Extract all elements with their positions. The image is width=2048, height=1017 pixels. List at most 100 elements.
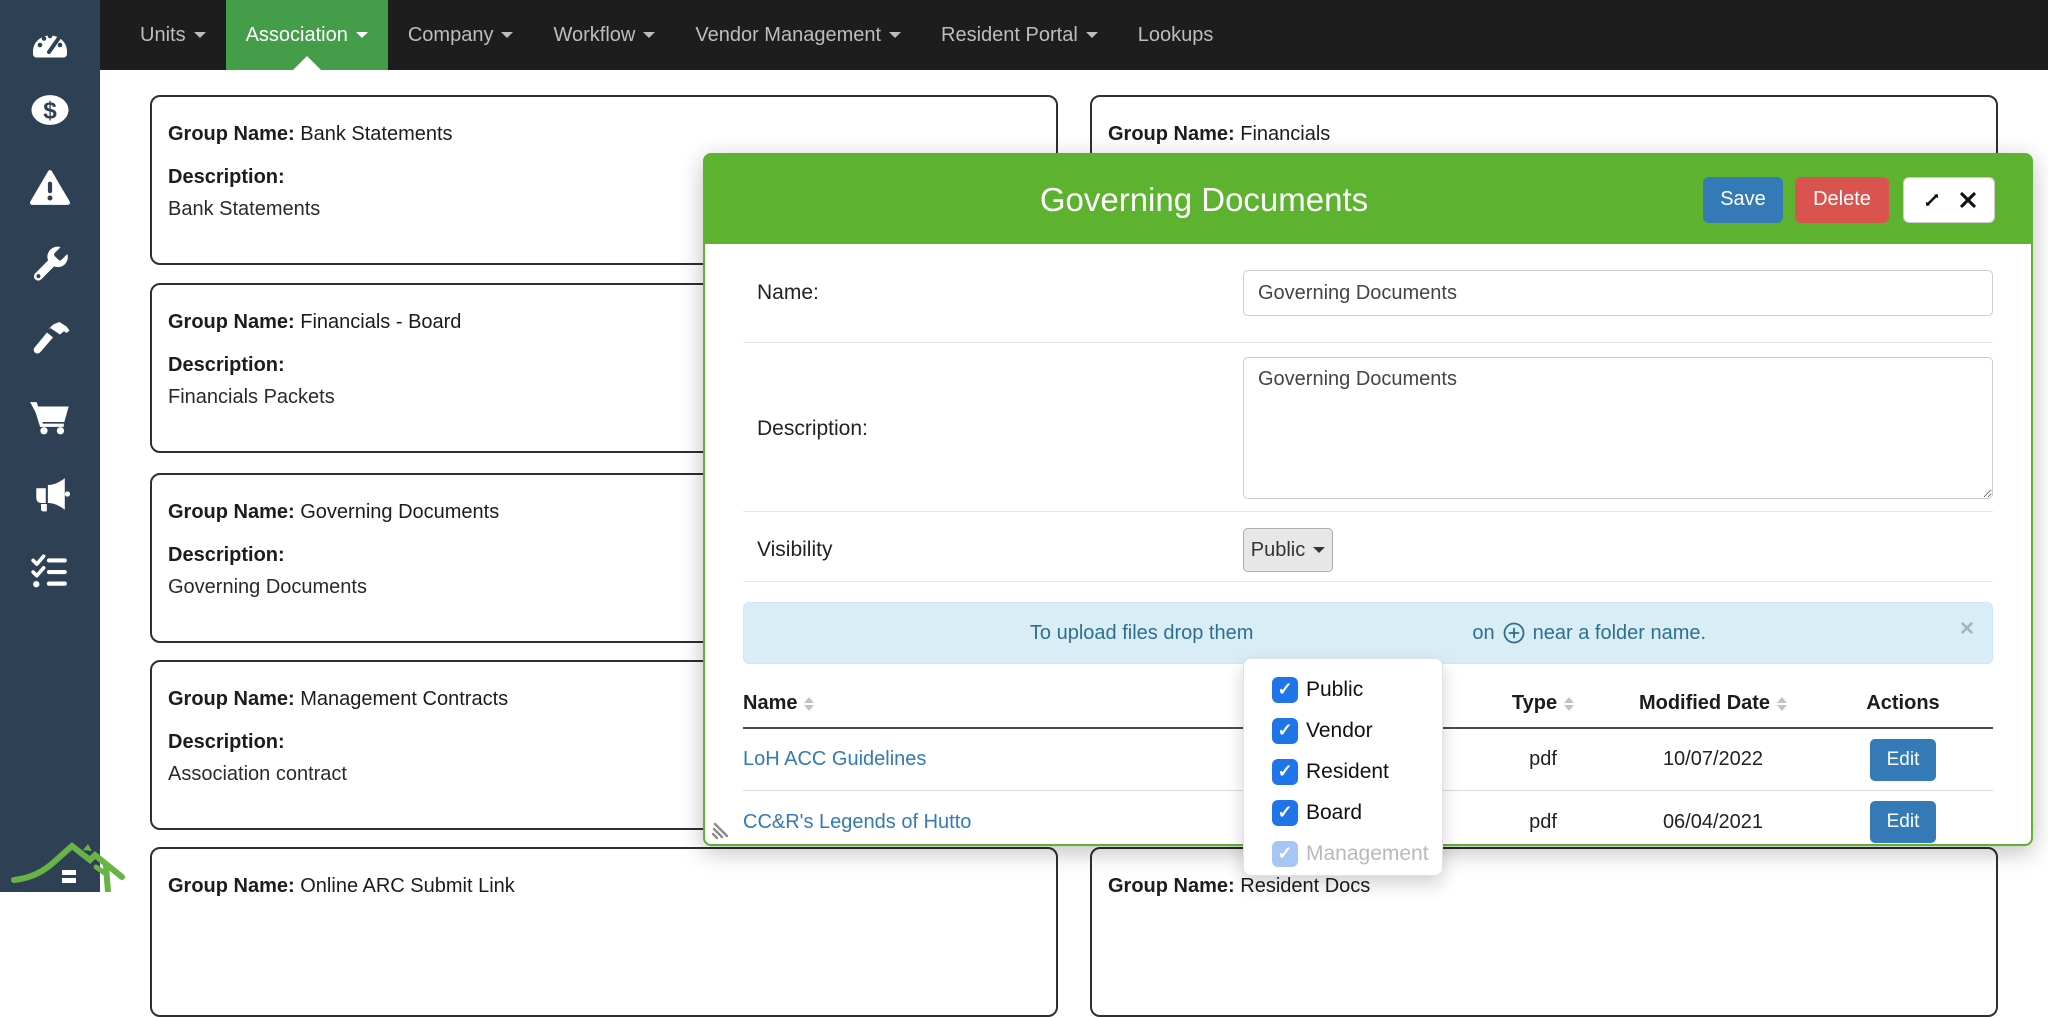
dollar-icon: $	[28, 92, 72, 128]
visibility-label: Visibility	[743, 528, 1243, 562]
group-name-label: Group Name:	[168, 688, 295, 710]
group-name-label: Group Name:	[168, 123, 295, 145]
description-field-row: Description: Governing Documents	[743, 343, 1993, 512]
nav-item-label: Units	[140, 24, 186, 47]
nav-item-label: Workflow	[553, 24, 635, 47]
visibility-option-management: Management	[1244, 833, 1442, 874]
sidebar-item-tasks[interactable]	[0, 543, 100, 599]
sort-icon	[1564, 697, 1574, 711]
group-name-label: Group Name:	[1108, 123, 1235, 145]
window-controls	[1903, 177, 1995, 223]
dashboard-icon	[27, 22, 73, 62]
column-header-type[interactable]: Type	[1473, 692, 1613, 715]
delete-button[interactable]: Delete	[1795, 177, 1889, 223]
expand-button[interactable]	[1921, 189, 1943, 211]
tasks-icon	[28, 552, 72, 590]
nav-item-vendor-management[interactable]: Vendor Management	[675, 0, 921, 70]
visibility-option-board[interactable]: Board	[1244, 792, 1442, 833]
column-header-modified-date[interactable]: Modified Date	[1613, 692, 1813, 715]
group-name-label: Group Name:	[168, 311, 295, 333]
wrench-icon	[29, 243, 71, 285]
modal-title: Governing Documents	[705, 181, 1703, 219]
sidebar-item-billing[interactable]: $	[0, 82, 100, 138]
nav-item-resident-portal[interactable]: Resident Portal	[921, 0, 1118, 70]
visibility-dropdown-button[interactable]: Public	[1243, 528, 1333, 572]
sidebar-item-dashboard[interactable]	[0, 14, 100, 70]
group-name-label: Group Name:	[168, 501, 295, 523]
warning-icon	[28, 168, 72, 208]
checkbox-checked-icon[interactable]	[1272, 718, 1298, 744]
document-link[interactable]: LoH ACC Guidelines	[743, 748, 926, 771]
caret-down-icon	[194, 32, 206, 38]
nav-item-workflow[interactable]: Workflow	[533, 0, 675, 70]
upload-info-alert: To upload files drop them on near a fold…	[743, 602, 1993, 664]
brand-logo-icon	[10, 836, 150, 892]
document-type: pdf	[1473, 811, 1613, 834]
group-name-label: Group Name:	[1108, 875, 1235, 897]
group-name-label: Group Name:	[168, 875, 295, 897]
visibility-field-row: Visibility Public	[743, 512, 1993, 582]
sidebar-item-projects[interactable]	[0, 312, 100, 368]
checkbox-checked-disabled-icon	[1272, 841, 1298, 867]
document-link[interactable]: CC&R's Legends of Hutto	[743, 811, 971, 834]
alert-text-mid: on	[1472, 622, 1494, 645]
description-textarea[interactable]: Governing Documents	[1243, 357, 1993, 499]
checkbox-checked-icon[interactable]	[1272, 800, 1298, 826]
top-nav: Units Association Company Workflow Vendo…	[100, 0, 2048, 70]
sort-icon	[1777, 697, 1787, 711]
nav-item-units[interactable]: Units	[120, 0, 226, 70]
modal-header: Governing Documents Save Delete	[705, 155, 2031, 244]
caret-down-icon	[643, 32, 655, 38]
group-name-value: Financials - Board	[300, 311, 461, 333]
caret-down-icon	[356, 32, 368, 38]
hammer-icon	[29, 320, 71, 360]
column-header-actions: Actions	[1813, 692, 1993, 715]
name-field-row: Name:	[743, 244, 1993, 343]
group-name-value: Resident Docs	[1240, 875, 1370, 897]
caret-down-icon	[1313, 547, 1325, 553]
name-label: Name:	[743, 281, 1243, 305]
nav-item-company[interactable]: Company	[388, 0, 534, 70]
alert-close-button[interactable]: ×	[1960, 617, 1974, 641]
visibility-option-resident[interactable]: Resident	[1244, 751, 1442, 792]
edit-button[interactable]: Edit	[1870, 739, 1936, 781]
nav-item-lookups[interactable]: Lookups	[1118, 0, 1234, 70]
name-input[interactable]	[1243, 270, 1993, 316]
save-button[interactable]: Save	[1703, 177, 1783, 223]
group-card-online-arc: Group Name: Online ARC Submit Link	[150, 847, 1058, 1017]
sidebar-item-purchasing[interactable]	[0, 389, 100, 445]
sidebar-item-alerts[interactable]	[0, 160, 100, 216]
sidebar: $	[0, 0, 100, 892]
sidebar-item-maintenance[interactable]	[0, 236, 100, 292]
sort-icon	[804, 697, 814, 711]
checkbox-checked-icon[interactable]	[1272, 677, 1298, 703]
checkbox-checked-icon[interactable]	[1272, 759, 1298, 785]
group-name-value: Management Contracts	[300, 688, 508, 710]
nav-item-label: Lookups	[1138, 24, 1214, 47]
visibility-option-vendor[interactable]: Vendor	[1244, 710, 1442, 751]
visibility-selected-value: Public	[1251, 539, 1305, 562]
svg-text:$: $	[43, 97, 57, 124]
bullhorn-icon	[28, 475, 72, 513]
modal-body: Name: Description: Governing Documents V…	[705, 244, 2031, 846]
expand-icon	[1921, 189, 1943, 211]
caret-down-icon	[889, 32, 901, 38]
caret-down-icon	[1086, 32, 1098, 38]
plus-circle-icon	[1502, 621, 1526, 645]
edit-button[interactable]: Edit	[1870, 801, 1936, 843]
shopping-cart-icon	[28, 398, 72, 436]
resize-grip-handle[interactable]	[711, 818, 733, 840]
close-button[interactable]	[1959, 191, 1977, 209]
close-icon	[1959, 191, 1977, 209]
nav-item-label: Resident Portal	[941, 24, 1078, 47]
visibility-option-public[interactable]: Public	[1244, 669, 1442, 710]
visibility-dropdown-panel: Public Vendor Resident Board Management	[1243, 658, 1443, 876]
sidebar-item-announcements[interactable]	[0, 466, 100, 522]
group-name-value: Financials	[1240, 123, 1330, 145]
nav-item-label: Vendor Management	[695, 24, 881, 47]
nav-item-association[interactable]: Association	[226, 0, 388, 70]
caret-down-icon	[501, 32, 513, 38]
description-label: Description:	[743, 357, 1243, 499]
document-type: pdf	[1473, 748, 1613, 771]
document-modified-date: 06/04/2021	[1613, 811, 1813, 834]
